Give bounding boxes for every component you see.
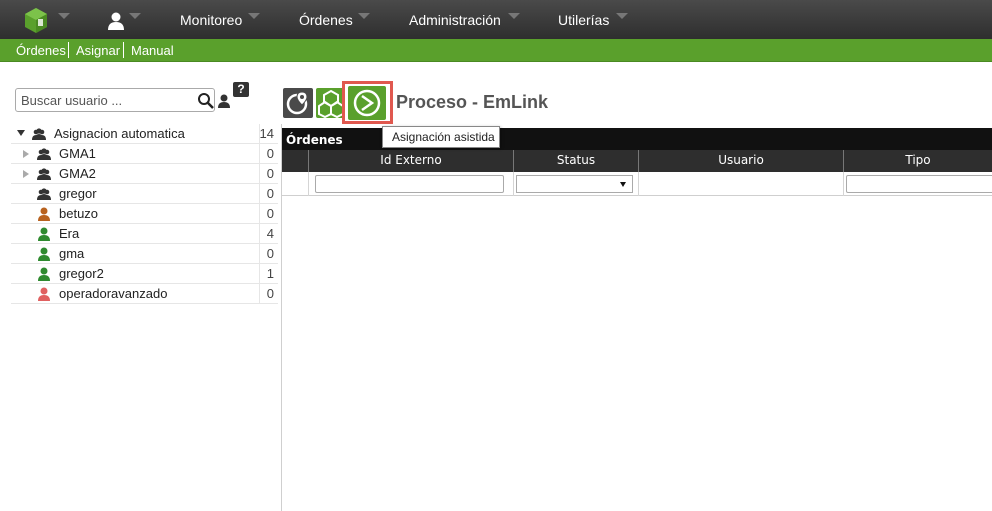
- tree-item-count: 0: [266, 206, 274, 221]
- filter-cell-status: [514, 172, 639, 196]
- map-pin-globe-button[interactable]: [283, 88, 313, 118]
- user-search-input[interactable]: [21, 92, 191, 109]
- monitoreo-chevron-down-icon[interactable]: [248, 13, 260, 19]
- tree-column-divider: [259, 164, 260, 184]
- logo-menu-chevron-down-icon[interactable]: [58, 13, 70, 19]
- tree-item[interactable]: gregor 0: [11, 184, 278, 204]
- subnav-asignar-link[interactable]: Asignar: [76, 43, 120, 58]
- tree-column-divider: [259, 244, 260, 264]
- group-icon: [36, 146, 52, 162]
- green-cube-logo-icon[interactable]: [22, 6, 50, 34]
- tree-item[interactable]: GMA1 0: [11, 144, 278, 164]
- tree-item-label: operadoravanzado: [59, 286, 168, 301]
- subnav-separator: [68, 42, 69, 58]
- expanded-arrow-icon[interactable]: [17, 130, 25, 136]
- subnav-ordenes-link[interactable]: Órdenes: [16, 43, 66, 58]
- tree-item-count: 0: [266, 286, 274, 301]
- tree-item-label: gregor2: [59, 266, 104, 281]
- user-tree: Asignacion automatica 14 GMA1 0 GMA2 0 gregor 0…: [11, 124, 278, 304]
- group-icon: [36, 166, 52, 182]
- tree-item[interactable]: GMA2 0: [11, 164, 278, 184]
- menu-utilerias[interactable]: Utilerías: [558, 12, 609, 28]
- tree-item-label: Asignacion automatica: [54, 126, 185, 141]
- user-icon[interactable]: [106, 11, 126, 31]
- tree-item[interactable]: betuzo 0: [11, 204, 278, 224]
- column-header-status[interactable]: Status: [514, 150, 639, 172]
- tree-column-divider: [259, 204, 260, 224]
- help-icon[interactable]: ?: [233, 82, 249, 97]
- tree-item-count: 0: [266, 166, 274, 181]
- filter-cell-selector: [282, 172, 309, 196]
- subnav-manual-link[interactable]: Manual: [131, 43, 174, 58]
- column-header-selector[interactable]: [282, 150, 309, 172]
- tree-column-divider: [259, 224, 260, 244]
- tree-item-count: 1: [266, 266, 274, 281]
- user-icon: [36, 206, 52, 222]
- tree-column-divider: [259, 284, 260, 304]
- tree-item-label: gregor: [59, 186, 97, 201]
- user-icon: [36, 226, 52, 242]
- assisted-assignment-button[interactable]: [348, 86, 386, 120]
- tree-item[interactable]: gregor2 1: [11, 264, 278, 284]
- tree-item-count: 0: [266, 146, 274, 161]
- tree-item-label: GMA2: [59, 166, 96, 181]
- column-header-tipo[interactable]: Tipo: [844, 150, 992, 172]
- status-filter-select[interactable]: [516, 175, 633, 193]
- assisted-assignment-tooltip: Asignación asistida: [382, 126, 500, 148]
- subnav-separator: [123, 42, 124, 58]
- menu-ordenes[interactable]: Órdenes: [299, 12, 353, 28]
- tree-item[interactable]: operadoravanzado 0: [11, 284, 278, 304]
- group-icon: [31, 126, 47, 142]
- map-pin-globe-icon: [286, 91, 308, 115]
- tree-item-count: 0: [266, 246, 274, 261]
- user-icon: [36, 266, 52, 282]
- menu-monitoreo[interactable]: Monitoreo: [180, 12, 242, 28]
- utilerias-chevron-down-icon[interactable]: [616, 13, 628, 19]
- tree-item[interactable]: Era 4: [11, 224, 278, 244]
- tree-item-label: betuzo: [59, 206, 99, 221]
- orders-grid-filter-row: [282, 172, 992, 196]
- id-externo-filter-input[interactable]: [315, 175, 504, 193]
- tree-column-divider: [259, 264, 260, 284]
- select-arrow-icon: [620, 182, 626, 187]
- tree-item-count: 0: [266, 186, 274, 201]
- user-search-box: [15, 88, 215, 112]
- tree-column-divider: [259, 144, 260, 164]
- user-icon: [36, 246, 52, 262]
- filter-cell-id-externo: [309, 172, 514, 196]
- tree-item-count: 4: [266, 226, 274, 241]
- collapsed-arrow-icon[interactable]: [23, 150, 29, 158]
- column-header-id-externo[interactable]: Id Externo: [309, 150, 514, 172]
- menu-administracion[interactable]: Administración: [409, 12, 501, 28]
- filter-cell-usuario: [639, 172, 844, 196]
- tree-column-divider: [259, 184, 260, 204]
- sub-nav-bar: Órdenes Asignar Manual: [0, 39, 992, 62]
- tree-item[interactable]: gma 0: [11, 244, 278, 264]
- orders-grid-header: Id Externo Status Usuario Tipo: [282, 150, 992, 172]
- collapsed-arrow-icon[interactable]: [23, 170, 29, 178]
- group-icon: [36, 186, 52, 202]
- search-icon[interactable]: [197, 92, 215, 110]
- tree-item-label: GMA1: [59, 146, 96, 161]
- page-title: Proceso - EmLink: [396, 92, 549, 112]
- orders-grid-title: Órdenes: [286, 133, 343, 147]
- user-icon: [36, 286, 52, 302]
- user-filter-icon[interactable]: [217, 93, 231, 109]
- tree-item[interactable]: Asignacion automatica 14: [11, 124, 278, 144]
- administracion-chevron-down-icon[interactable]: [508, 13, 520, 19]
- tree-item-label: gma: [59, 246, 85, 261]
- tree-item-count: 14: [259, 126, 274, 141]
- tipo-filter-input[interactable]: [846, 175, 992, 193]
- assisted-assignment-icon: [353, 89, 381, 117]
- filter-cell-tipo: [844, 172, 992, 196]
- ordenes-chevron-down-icon[interactable]: [358, 13, 370, 19]
- column-header-usuario[interactable]: Usuario: [639, 150, 844, 172]
- user-menu-chevron-down-icon[interactable]: [129, 13, 141, 19]
- tree-item-label: Era: [59, 226, 80, 241]
- top-nav-bar: Monitoreo Órdenes Administración Utilerí…: [0, 0, 992, 39]
